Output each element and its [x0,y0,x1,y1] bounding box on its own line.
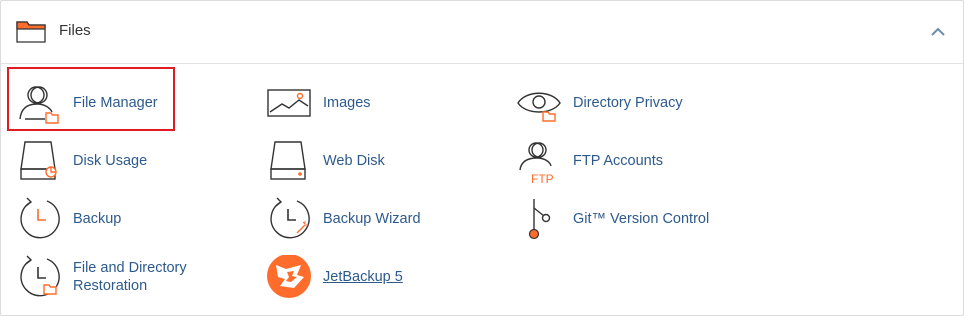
jetbackup-label: JetBackup 5 [323,269,403,285]
directory-privacy-label: Directory Privacy [573,95,683,111]
directory-privacy-link[interactable]: Directory Privacy [517,81,697,133]
images-link[interactable]: Images [267,81,437,133]
backup-wizard-label: Backup Wizard [323,211,421,227]
file-manager-icon [19,86,59,124]
disk-usage-label: Disk Usage [73,153,148,169]
images-label: Images [323,95,371,111]
file-directory-restoration-link[interactable]: File and Directory Restoration [17,255,197,307]
disk-usage-link[interactable]: Disk Usage [17,139,187,191]
ftp-accounts-link[interactable]: FTP FTP Accounts [517,139,697,191]
files-panel: Files File Manager Images Directory Priv [0,0,964,316]
backup-wizard-icon [270,197,310,239]
web-disk-label: Web Disk [323,153,385,169]
git-version-control-icon [528,199,551,240]
panel-header[interactable]: Files [1,1,963,64]
ftp-accounts-label: FTP Accounts [573,153,663,169]
svg-text:FTP: FTP [531,172,554,186]
backup-wizard-link[interactable]: Backup Wizard [267,197,437,249]
backup-link[interactable]: Backup [17,197,187,249]
file-directory-restoration-icon [20,255,60,297]
backup-label: Backup [73,211,122,227]
jetbackup-icon [267,255,311,298]
web-disk-icon [270,141,306,180]
ftp-accounts-icon: FTP [519,142,554,186]
disk-usage-icon [20,141,57,180]
directory-privacy-icon [517,92,561,122]
git-version-control-link[interactable]: Git™ Version Control [517,197,717,249]
file-manager-label: File Manager [73,95,158,111]
chevron-up-icon[interactable] [927,23,949,41]
file-manager-link[interactable]: File Manager [17,81,187,133]
backup-icon [20,197,60,239]
images-icon [267,89,311,117]
file-directory-restoration-label: File and Directory Restoration [73,260,187,294]
web-disk-link[interactable]: Web Disk [267,139,437,191]
folder-icon [16,21,46,43]
git-version-control-label: Git™ Version Control [573,211,710,227]
section-title: Files [59,22,91,39]
jetbackup-link[interactable]: JetBackup 5 [267,255,437,307]
